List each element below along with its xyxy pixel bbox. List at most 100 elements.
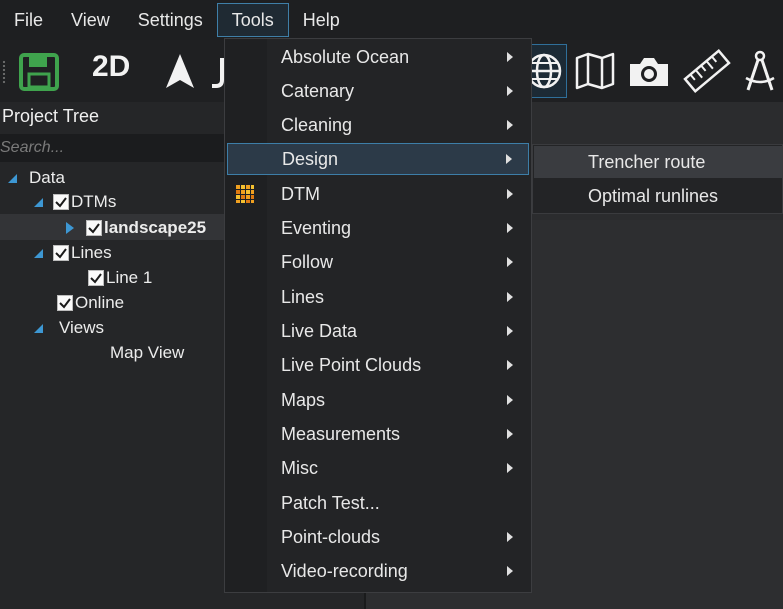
menu-file[interactable]: File bbox=[0, 3, 57, 37]
menu-item-label: Live Data bbox=[281, 320, 358, 341]
save-icon[interactable] bbox=[18, 52, 60, 92]
menu-item-live-data[interactable]: Live Data bbox=[227, 315, 529, 347]
tree-node-dtms[interactable]: DTMs bbox=[34, 190, 116, 214]
menu-item-absolute-ocean[interactable]: Absolute Ocean bbox=[227, 41, 529, 73]
menu-item-live-point-clouds[interactable]: Live Point Clouds bbox=[227, 349, 529, 381]
menu-item-label: Lines bbox=[281, 286, 325, 307]
checkbox-dtms[interactable] bbox=[53, 194, 69, 210]
tree-node-line1[interactable]: Line 1 bbox=[88, 266, 152, 290]
menu-item-label: Point-clouds bbox=[281, 526, 381, 547]
menu-item-catenary[interactable]: Catenary bbox=[227, 75, 529, 107]
check-icon bbox=[88, 223, 100, 234]
menu-item-eventing[interactable]: Eventing bbox=[227, 212, 529, 244]
compass-icon[interactable] bbox=[742, 48, 778, 96]
submenu-arrow-icon bbox=[507, 360, 513, 370]
tree-node-landscape[interactable]: landscape25 bbox=[66, 216, 206, 240]
menu-settings[interactable]: Settings bbox=[124, 3, 217, 37]
menu-item-label: DTM bbox=[281, 183, 320, 204]
tree-node-online[interactable]: Online bbox=[57, 291, 124, 315]
submenu-item-trencher-route[interactable]: Trencher route bbox=[534, 146, 782, 178]
tree-label-data: Data bbox=[29, 168, 65, 187]
submenu-arrow-icon bbox=[507, 120, 513, 130]
tree-label-map-view: Map View bbox=[110, 343, 185, 362]
design-submenu: Trencher route Optimal runlines bbox=[532, 144, 783, 214]
menu-item-dtm[interactable]: DTM bbox=[227, 178, 529, 210]
tree-label-views: Views bbox=[59, 318, 105, 337]
menu-item-label: Cleaning bbox=[281, 114, 353, 135]
menu-item-point-clouds[interactable]: Point-clouds bbox=[227, 521, 529, 553]
submenu-arrow-icon bbox=[506, 154, 512, 164]
tree-node-lines[interactable]: Lines bbox=[34, 241, 112, 265]
expand-open-icon[interactable] bbox=[34, 197, 43, 207]
check-icon bbox=[55, 248, 67, 259]
project-tree-title: Project Tree bbox=[2, 106, 100, 126]
menu-item-label: Patch Test... bbox=[281, 492, 380, 513]
menu-item-video-recording[interactable]: Video-recording bbox=[227, 555, 529, 587]
menu-item-cleaning[interactable]: Cleaning bbox=[227, 109, 529, 141]
menu-tools[interactable]: Tools bbox=[216, 3, 289, 37]
check-icon bbox=[59, 298, 71, 309]
menu-item-maps[interactable]: Maps bbox=[227, 384, 529, 416]
expand-open-icon[interactable] bbox=[34, 248, 43, 258]
submenu-item-label: Trencher route bbox=[588, 151, 706, 172]
menu-item-measurements[interactable]: Measurements bbox=[227, 418, 529, 450]
menu-item-lines[interactable]: Lines bbox=[227, 281, 529, 313]
tree-label-landscape: landscape25 bbox=[104, 218, 207, 237]
tree-node-data[interactable]: Data bbox=[8, 166, 65, 190]
tree-label-online: Online bbox=[75, 293, 125, 312]
submenu-arrow-icon bbox=[507, 86, 513, 96]
submenu-arrow-icon bbox=[507, 292, 513, 302]
camera-icon[interactable] bbox=[626, 54, 672, 90]
submenu-item-label: Optimal runlines bbox=[588, 185, 719, 206]
submenu-arrow-icon bbox=[507, 532, 513, 542]
checkbox-online[interactable] bbox=[57, 295, 73, 311]
toolbar-grip[interactable] bbox=[2, 60, 6, 84]
submenu-arrow-icon bbox=[507, 223, 513, 233]
menu-item-label: Design bbox=[282, 148, 339, 169]
tree-label-line1: Line 1 bbox=[106, 268, 153, 287]
menu-bar: File View Settings Tools Help bbox=[0, 0, 783, 40]
tools-menu: Absolute Ocean Catenary Cleaning Design … bbox=[224, 38, 532, 593]
menu-item-label: Eventing bbox=[281, 217, 352, 238]
menu-item-label: Absolute Ocean bbox=[281, 46, 410, 67]
expand-closed-icon[interactable] bbox=[66, 222, 74, 234]
checkbox-line1[interactable] bbox=[88, 270, 104, 286]
menu-item-follow[interactable]: Follow bbox=[227, 246, 529, 278]
submenu-item-optimal-runlines[interactable]: Optimal runlines bbox=[534, 180, 782, 212]
dtm-grid-icon bbox=[236, 185, 254, 203]
submenu-arrow-icon bbox=[507, 566, 513, 576]
checkbox-landscape[interactable] bbox=[86, 220, 102, 236]
submenu-arrow-icon bbox=[507, 326, 513, 336]
submenu-arrow-icon bbox=[507, 189, 513, 199]
menu-help[interactable]: Help bbox=[289, 3, 354, 37]
tree-node-views[interactable]: Views bbox=[34, 316, 104, 340]
submenu-arrow-icon bbox=[507, 52, 513, 62]
expand-open-icon[interactable] bbox=[8, 173, 17, 183]
menu-item-label: Video-recording bbox=[281, 560, 408, 581]
menu-item-label: Follow bbox=[281, 251, 334, 272]
menu-item-label: Misc bbox=[281, 457, 318, 478]
menu-item-label: Maps bbox=[281, 389, 326, 410]
tree-label-lines: Lines bbox=[71, 243, 112, 262]
submenu-arrow-icon bbox=[507, 395, 513, 405]
tool-partial-icon[interactable] bbox=[208, 54, 224, 90]
check-icon bbox=[90, 273, 102, 284]
expand-open-icon[interactable] bbox=[34, 323, 43, 333]
menu-item-label: Catenary bbox=[281, 80, 355, 101]
menu-item-design[interactable]: Design bbox=[227, 143, 529, 175]
north-arrow-icon[interactable] bbox=[162, 52, 198, 92]
check-icon bbox=[55, 197, 67, 208]
menu-view[interactable]: View bbox=[57, 3, 124, 37]
submenu-arrow-icon bbox=[507, 463, 513, 473]
project-tree-search-input[interactable] bbox=[0, 134, 230, 162]
submenu-arrow-icon bbox=[507, 429, 513, 439]
tree-node-map-view[interactable]: Map View bbox=[110, 341, 184, 365]
ruler-icon[interactable] bbox=[682, 48, 732, 94]
menu-item-misc[interactable]: Misc bbox=[227, 452, 529, 484]
menu-item-patch-test[interactable]: Patch Test... bbox=[227, 487, 529, 519]
menu-item-label: Measurements bbox=[281, 423, 401, 444]
submenu-arrow-icon bbox=[507, 257, 513, 267]
checkbox-lines[interactable] bbox=[53, 245, 69, 261]
2d-view-button[interactable]: 2D bbox=[92, 50, 130, 84]
map-icon[interactable] bbox=[574, 52, 616, 90]
